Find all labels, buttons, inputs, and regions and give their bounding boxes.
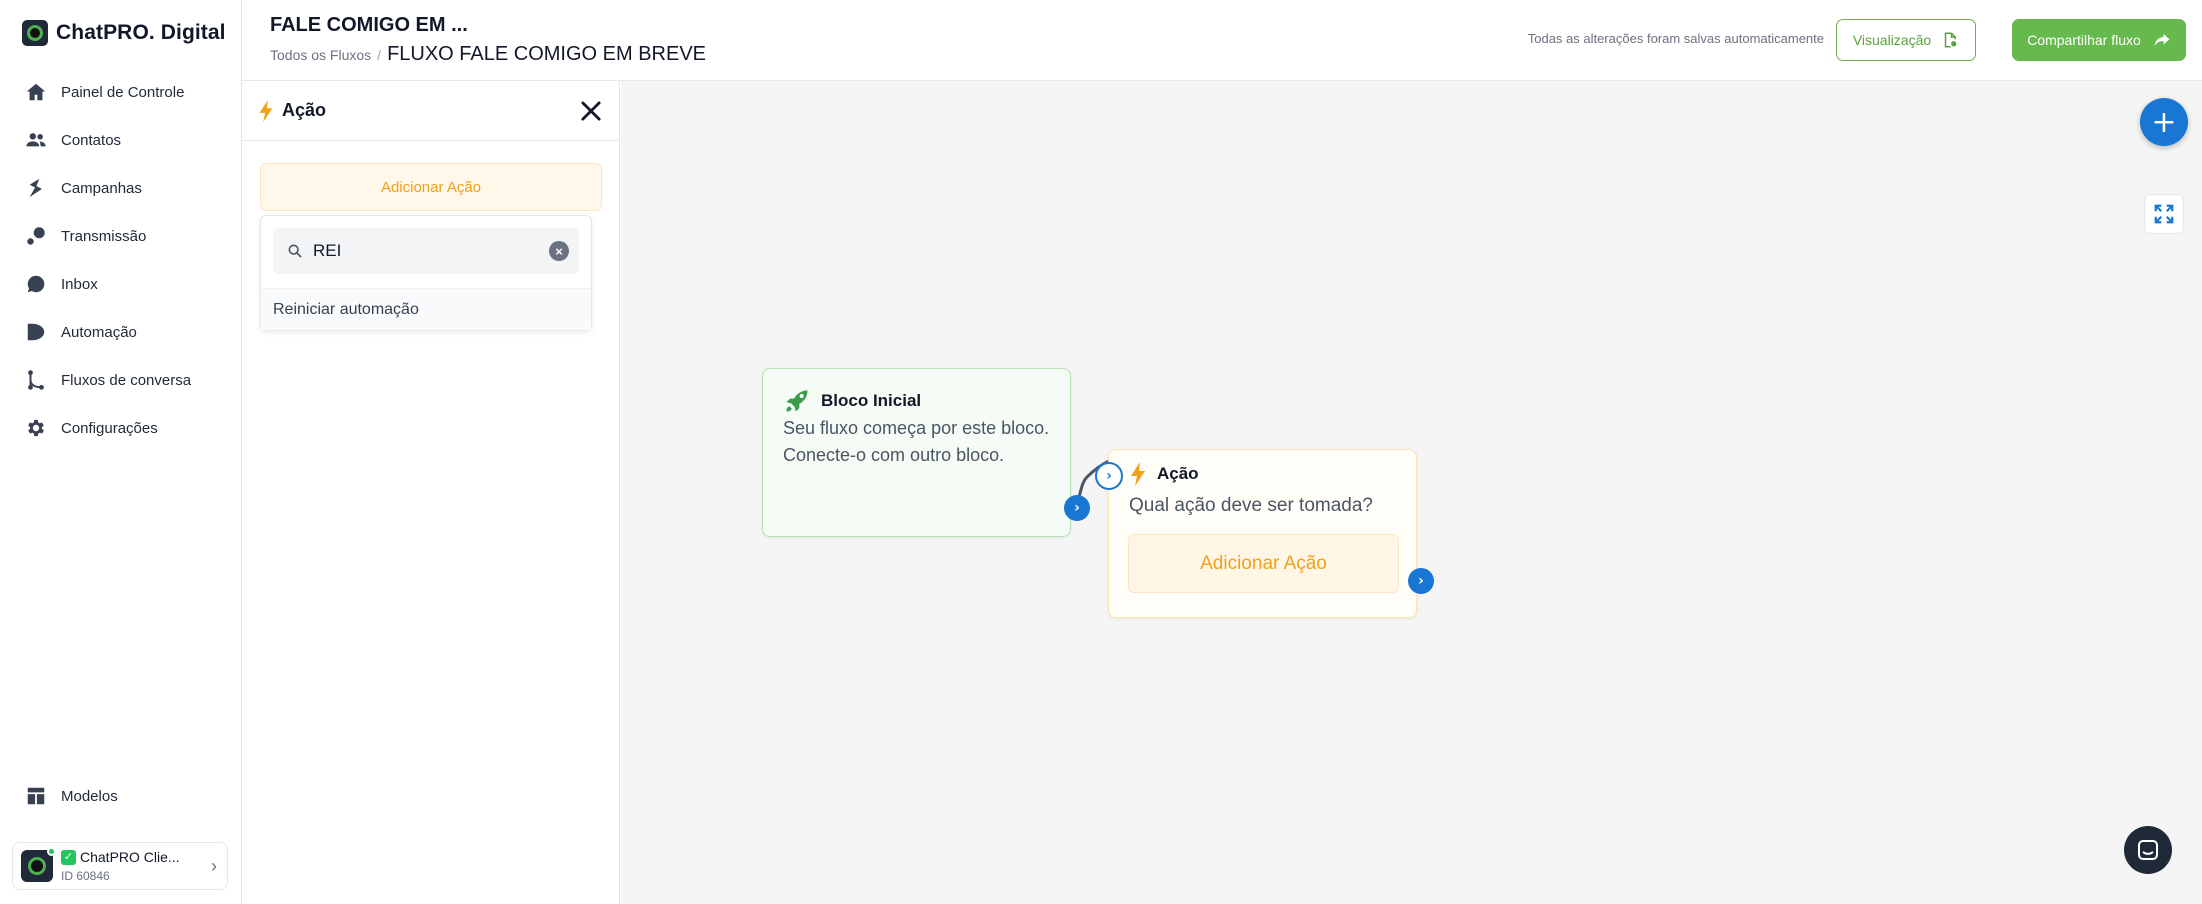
action-block-output-handle[interactable]: › [1408, 568, 1434, 594]
sidebar-bottom: Modelos [0, 772, 241, 820]
action-search-box[interactable]: × [273, 228, 579, 274]
clear-search-icon[interactable]: × [549, 241, 569, 261]
broadcast-icon [27, 227, 45, 245]
account-id: ID 60846 [61, 868, 110, 883]
action-panel-title: Ação [282, 100, 327, 120]
action-block-add-action-button[interactable]: Adicionar Ação [1128, 534, 1399, 593]
sidebar-item-flows[interactable]: Fluxos de conversa [0, 356, 241, 404]
sidebar-item-broadcast[interactable]: Transmissão [0, 212, 241, 260]
sidebar-item-templates[interactable]: Modelos [0, 772, 241, 820]
action-block-question: Qual ação deve ser tomada? [1129, 495, 1373, 516]
breadcrumb-all-flows-link[interactable]: Todos os Fluxos [270, 47, 371, 63]
action-panel-header: Ação [242, 81, 619, 141]
lightning-icon [1131, 462, 1145, 486]
start-block-description: Seu fluxo começa por este bloco. Conecte… [783, 418, 1050, 465]
sidebar-item-settings[interactable]: Configurações [0, 404, 241, 452]
flow-canvas[interactable]: + Bloco Inicial Seu fluxo começa por est… [621, 81, 2202, 904]
brand-name: ChatPRO. Digital [56, 21, 226, 44]
action-block-node[interactable]: Ação Qual ação deve ser tomada? Adiciona… [1108, 449, 1417, 618]
sidebar-item-label: Transmissão [61, 227, 147, 245]
sidebar-item-dashboard[interactable]: Painel de Controle [0, 68, 241, 116]
home-icon [26, 83, 46, 101]
action-block-input-handle[interactable]: › [1095, 462, 1123, 490]
action-dropdown: × Reiniciar automação [260, 215, 592, 331]
dropdown-option-restart-automation[interactable]: Reiniciar automação [261, 288, 591, 330]
sidebar-item-label: Automação [61, 323, 137, 341]
sidebar-item-label: Inbox [61, 275, 98, 293]
sidebar-item-campaigns[interactable]: Campanhas [0, 164, 241, 212]
action-search-input[interactable] [313, 241, 539, 261]
start-block-node[interactable]: Bloco Inicial Seu fluxo começa por este … [762, 368, 1071, 537]
sidebar-item-label: Campanhas [61, 179, 142, 197]
chevron-right-icon: › [211, 855, 217, 876]
share-arrow-icon [2154, 34, 2170, 46]
action-panel: Ação Adicionar Ação × Reiniciar automaçã… [242, 81, 620, 904]
flow-icon [28, 370, 44, 390]
templates-icon [27, 787, 45, 805]
sidebar-item-label: Configurações [61, 419, 158, 437]
online-status-dot [47, 847, 56, 856]
autosave-status: Todas as alterações foram salvas automat… [1527, 31, 1824, 46]
chat-bubble-icon [27, 275, 45, 293]
account-switcher[interactable]: ✓ ChatPRO Clie... ID 60846 › [12, 842, 228, 890]
sidebar-item-contacts[interactable]: Contatos [0, 116, 241, 164]
account-name: ChatPRO Clie... [80, 848, 180, 865]
sidebar-item-inbox[interactable]: Inbox [0, 260, 241, 308]
sidebar-item-label: Contatos [61, 131, 122, 149]
rocket-icon [786, 390, 808, 412]
brand[interactable]: ChatPRO. Digital [22, 20, 226, 46]
campaign-icon [29, 178, 42, 198]
sidebar-nav: Painel de Controle Contatos Campanhas Tr… [0, 68, 241, 452]
search-icon [288, 244, 302, 258]
sidebar: ChatPRO. Digital Painel de Controle Cont… [0, 0, 242, 904]
preview-button-label: Visualização [1852, 32, 1932, 48]
chat-support-icon [2138, 840, 2158, 860]
start-block-output-handle[interactable]: › [1064, 495, 1090, 521]
preview-file-icon [1944, 32, 1957, 48]
support-chat-button[interactable] [2124, 826, 2172, 874]
share-button-label: Compartilhar fluxo [2027, 32, 2141, 48]
fit-view-button[interactable] [2144, 194, 2184, 234]
breadcrumb-current[interactable]: FLUXO FALE COMIGO EM BREVE [387, 43, 706, 66]
verified-check-icon: ✓ [61, 849, 76, 865]
top-header: FALE COMIGO EM ... Todos os Fluxos / FLU… [242, 0, 2202, 81]
sidebar-item-automation[interactable]: Automação [0, 308, 241, 356]
page-title: FALE COMIGO EM ... [270, 14, 468, 36]
sidebar-item-label: Painel de Controle [61, 83, 185, 101]
sidebar-item-label: Fluxos de conversa [61, 371, 192, 389]
gear-icon [28, 419, 44, 437]
contacts-icon [26, 133, 46, 147]
sidebar-item-label: Modelos [61, 787, 118, 805]
fullscreen-icon [2154, 204, 2174, 224]
close-icon[interactable] [577, 97, 605, 125]
share-flow-button[interactable]: Compartilhar fluxo [2012, 19, 2186, 61]
automation-icon [27, 323, 45, 341]
brand-logo-icon [22, 20, 48, 46]
start-block-title: Bloco Inicial [821, 391, 922, 410]
action-block-title: Ação [1157, 464, 1199, 483]
avatar [21, 847, 56, 882]
lightning-icon [259, 99, 273, 122]
preview-button[interactable]: Visualização [1836, 19, 1976, 61]
add-block-button[interactable]: + [2140, 98, 2188, 146]
breadcrumb: Todos os Fluxos / FLUXO FALE COMIGO EM B… [270, 43, 706, 66]
breadcrumb-separator: / [377, 47, 382, 63]
add-action-button[interactable]: Adicionar Ação [260, 163, 602, 211]
